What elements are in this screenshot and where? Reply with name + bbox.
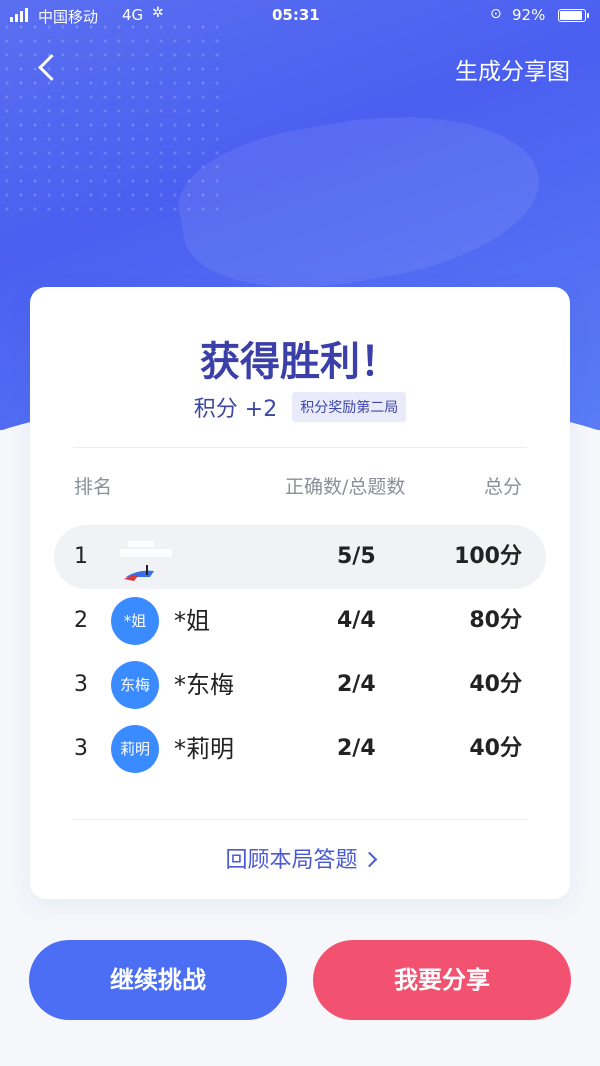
review-label: 回顾本局答题 (225, 848, 358, 873)
user-avatar: 东梅 (111, 661, 159, 709)
continue-challenge-button[interactable]: 继续挑战 (29, 940, 287, 1020)
network-type: 4G (122, 6, 144, 24)
hero-decoration (168, 89, 552, 311)
column-header-score: 总分 (483, 476, 522, 498)
points-gained: 积分 +2 (193, 397, 278, 422)
clock: 05:31 (272, 6, 320, 24)
total-score: 40分 (469, 672, 522, 697)
correct-count: 2/4 (337, 672, 376, 697)
user-avatar (120, 541, 172, 581)
rank-value: 3 (74, 672, 88, 697)
user-avatar: *姐 (111, 597, 159, 645)
chevron-right-icon (361, 851, 377, 867)
table-row: 3 莉明 *莉明 2/4 40分 (54, 717, 546, 781)
table-row: 2 *姐 *姐 4/4 80分 (54, 589, 546, 653)
divider (73, 447, 527, 448)
back-button[interactable] (30, 48, 70, 88)
battery-percent: 92% (512, 6, 546, 24)
total-score: 80分 (469, 608, 522, 633)
signal-icon (10, 8, 28, 22)
divider (73, 819, 527, 820)
result-card: 获得胜利！ 积分 +2 积分奖励第二局 排名 正确数/总题数 总分 1 5/5 … (30, 287, 570, 899)
loading-icon: ✲ (152, 5, 164, 21)
column-header-correct: 正确数/总题数 (285, 476, 406, 498)
points-summary: 积分 +2 积分奖励第二局 (30, 391, 570, 423)
total-score: 40分 (469, 736, 522, 761)
battery-icon (558, 9, 589, 22)
rank-value: 2 (74, 608, 88, 633)
total-score: 100分 (454, 544, 522, 569)
rank-value: 1 (74, 544, 88, 569)
player-name: *东梅 (174, 671, 234, 699)
player-name: *姐 (174, 607, 210, 635)
column-header-rank: 排名 (74, 476, 113, 498)
reward-badge: 积分奖励第二局 (292, 392, 407, 422)
carrier-name: 中国移动 (38, 8, 99, 26)
table-row: 3 东梅 *东梅 2/4 40分 (54, 653, 546, 717)
share-button[interactable]: 我要分享 (313, 940, 571, 1020)
rotation-lock-icon: ⊙ (490, 6, 502, 22)
status-bar: 中国移动 4G ✲ 05:31 ⊙ 92% (0, 0, 600, 32)
rank-value: 3 (74, 736, 88, 761)
correct-count: 5/5 (337, 544, 376, 569)
user-avatar: 莉明 (111, 725, 159, 773)
player-name: *莉明 (174, 735, 234, 763)
result-title: 获得胜利！ (200, 339, 400, 385)
review-answers-link[interactable]: 回顾本局答题 (30, 842, 570, 874)
table-row: 1 5/5 100分 (54, 525, 546, 589)
correct-count: 2/4 (337, 736, 376, 761)
correct-count: 4/4 (337, 608, 376, 633)
generate-share-image-button[interactable]: 生成分享图 (455, 52, 570, 86)
